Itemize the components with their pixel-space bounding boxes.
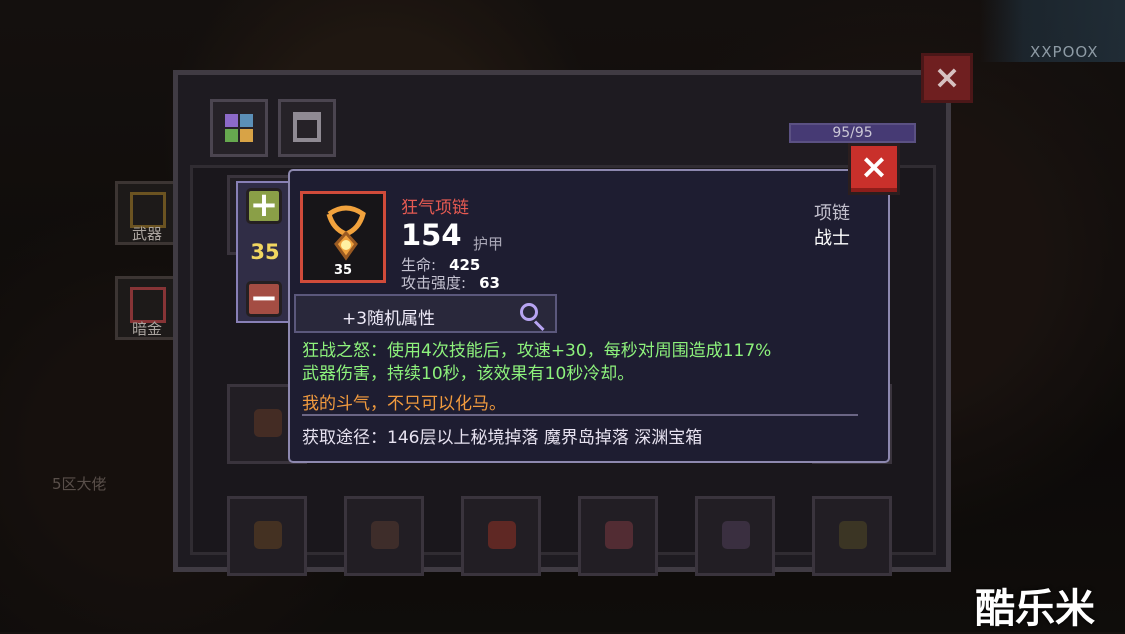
weapon-slot-label: 武器 [131, 225, 162, 243]
item-icon [605, 521, 633, 549]
top-watermark: XXPOOX [1030, 43, 1099, 61]
tooltip-close-button[interactable]: × [848, 143, 900, 195]
armor-label: 护甲 [473, 235, 504, 253]
armor-value: 154 [401, 218, 462, 252]
inventory-slot[interactable] [227, 496, 307, 576]
inventory-slot[interactable] [812, 496, 892, 576]
selected-level: 35 [250, 240, 280, 264]
item-quote: 我的斗气，不只可以化马。 [302, 394, 506, 414]
inventory-slot[interactable] [461, 496, 541, 576]
inventory-tab[interactable] [210, 99, 268, 157]
item-tooltip: 35 狂气项链 154 护甲 生命: 425 攻击强度: 63 项链 战士 +3随机… [288, 169, 890, 463]
equipment-tab[interactable] [278, 99, 336, 157]
necklace-icon [326, 205, 366, 261]
item-icon [839, 521, 867, 549]
effect-line-1: 狂战之怒：使用4次技能后，攻速+30，每秒对周围造成117% [302, 341, 772, 361]
random-attributes-box[interactable]: +3随机属性 [294, 294, 557, 333]
random-attributes-label: +3随机属性 [342, 309, 436, 329]
level-plus-button[interactable]: + [246, 188, 282, 224]
dark-gold-slot-label: 暗金 [131, 320, 162, 338]
inventory-close-button[interactable]: × [921, 53, 973, 103]
weapon-slot[interactable]: 武器 [115, 181, 179, 245]
item-icon [254, 521, 282, 549]
tooltip-divider [302, 414, 858, 416]
search-icon[interactable] [520, 303, 538, 321]
item-icon [488, 521, 516, 549]
item-name: 狂气项链 [401, 198, 469, 218]
bottom-watermark: 酷乐米 [975, 586, 1095, 632]
item-class: 战士 [814, 228, 850, 249]
item-effect: 狂战之怒：使用4次技能后，攻速+30，每秒对周围造成117% 武器伤害，持续10… [302, 340, 862, 386]
level-minus-button[interactable]: − [246, 281, 282, 317]
item-icon-level: 35 [333, 263, 353, 278]
dark-gold-slot[interactable]: 暗金 [115, 276, 179, 340]
item-source: 获取途径：146层以上秘境掉落 魔界岛掉落 深渊宝箱 [302, 428, 703, 448]
item-icon [371, 521, 399, 549]
item-icon [254, 409, 282, 437]
attack-value: 63 [479, 274, 500, 292]
inventory-grid-icon [225, 114, 253, 142]
inventory-slot[interactable] [578, 496, 658, 576]
level-control-panel: + 35 − [236, 181, 294, 323]
inventory-slot[interactable] [344, 496, 424, 576]
inventory-slot[interactable] [695, 496, 775, 576]
effect-line-2: 武器伤害，持续10秒，该效果有10秒冷却。 [302, 364, 635, 384]
item-icon [722, 521, 750, 549]
armor-icon [293, 112, 321, 142]
attack-label: 攻击强度: [401, 274, 467, 292]
attack-stat: 攻击强度: 63 [401, 272, 500, 293]
inventory-capacity: 95/95 [789, 123, 916, 143]
item-category: 项链 [814, 203, 850, 224]
player-name: 5区大佬 [52, 475, 107, 493]
necklace-item-frame: 35 [300, 191, 386, 283]
